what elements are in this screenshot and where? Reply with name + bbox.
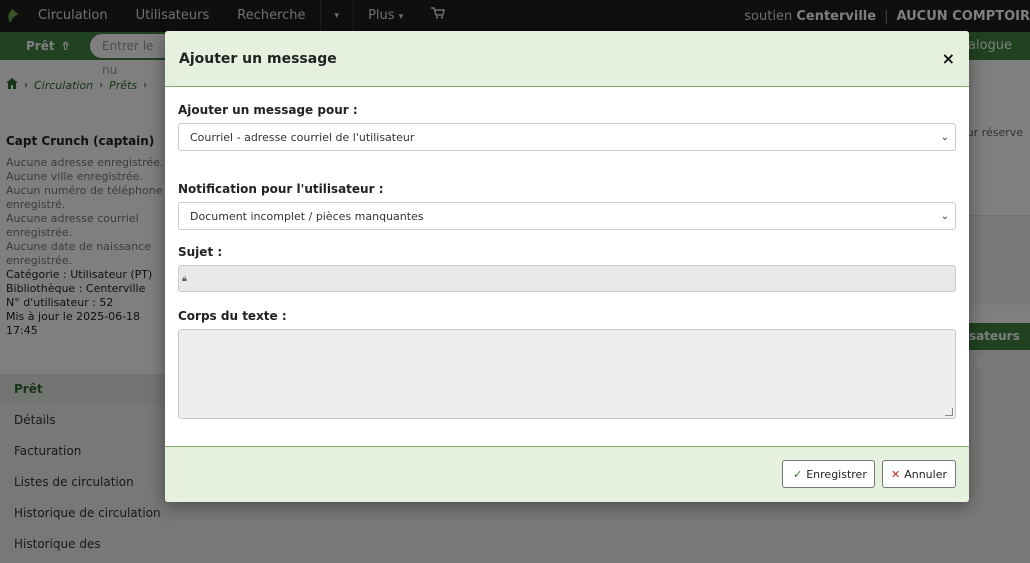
modal-header: Ajouter un message × xyxy=(165,31,969,87)
message-for-select[interactable]: Courriel - adresse courriel de l'utilisa… xyxy=(178,123,956,151)
close-icon[interactable]: × xyxy=(942,49,955,68)
notification-label: Notification pour l'utilisateur : xyxy=(178,182,384,196)
modal-body: Ajouter un message pour : Courriel - adr… xyxy=(165,87,969,419)
chevron-down-icon: ⌄ xyxy=(940,210,949,222)
chevron-down-icon: ⌄ xyxy=(940,131,949,143)
notification-select[interactable]: Document incomplet / pièces manquantes ⌄ xyxy=(178,202,956,230)
lock-icon: 🔒︎ xyxy=(182,273,187,284)
close-x-icon: ✕ xyxy=(891,467,901,481)
modal-title: Ajouter un message xyxy=(179,50,337,67)
cancel-label: Annuler xyxy=(904,467,948,481)
notification-value: Document incomplet / pièces manquantes xyxy=(190,209,424,223)
save-label: Enregistrer xyxy=(806,467,867,481)
check-icon: ✓ xyxy=(793,467,803,481)
body-textarea[interactable] xyxy=(178,329,956,419)
message-for-value: Courriel - adresse courriel de l'utilisa… xyxy=(190,130,415,144)
add-message-modal: Ajouter un message × Ajouter un message … xyxy=(165,31,969,502)
modal-footer: ✓ Enregistrer ✕ Annuler xyxy=(165,446,969,502)
subject-label: Sujet : xyxy=(178,245,223,259)
message-for-label: Ajouter un message pour : xyxy=(178,103,358,117)
cancel-button[interactable]: ✕ Annuler xyxy=(882,460,956,488)
save-button[interactable]: ✓ Enregistrer xyxy=(782,460,875,488)
resize-handle-icon[interactable] xyxy=(945,408,953,416)
body-label: Corps du texte : xyxy=(178,309,287,323)
subject-input[interactable]: 🔒︎ xyxy=(178,265,956,292)
